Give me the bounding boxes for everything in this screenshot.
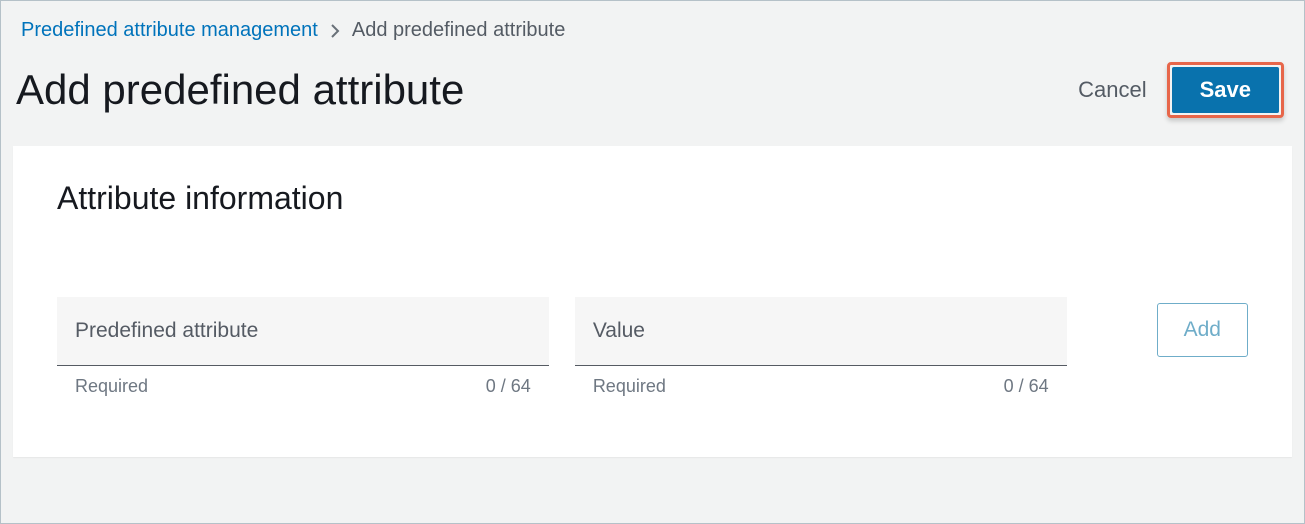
char-counter: 0 / 64 xyxy=(1004,376,1049,397)
save-button-highlight: Save xyxy=(1167,62,1284,118)
breadcrumb-parent-link[interactable]: Predefined attribute management xyxy=(21,19,318,41)
breadcrumb: Predefined attribute management Add pred… xyxy=(1,1,1304,52)
breadcrumb-current: Add predefined attribute xyxy=(352,19,566,41)
char-counter: 0 / 64 xyxy=(486,376,531,397)
value-input[interactable] xyxy=(575,297,1067,366)
value-meta: Required 0 / 64 xyxy=(575,366,1067,397)
attribute-info-panel: Attribute information Required 0 / 64 Re… xyxy=(13,146,1292,457)
required-label: Required xyxy=(593,376,666,397)
page-header: Add predefined attribute Cancel Save xyxy=(1,52,1304,146)
panel-title: Attribute information xyxy=(57,180,1248,217)
chevron-right-icon xyxy=(329,19,341,42)
required-label: Required xyxy=(75,376,148,397)
header-actions: Cancel Save xyxy=(1078,62,1284,118)
predefined-attribute-meta: Required 0 / 64 xyxy=(57,366,549,397)
save-button[interactable]: Save xyxy=(1172,67,1279,113)
predefined-attribute-field: Required 0 / 64 xyxy=(57,297,549,397)
value-field: Required 0 / 64 xyxy=(575,297,1067,397)
cancel-button[interactable]: Cancel xyxy=(1078,77,1146,103)
predefined-attribute-input[interactable] xyxy=(57,297,549,366)
page-title: Add predefined attribute xyxy=(16,66,464,114)
add-button[interactable]: Add xyxy=(1157,303,1248,357)
form-row: Required 0 / 64 Required 0 / 64 Add xyxy=(57,297,1248,397)
